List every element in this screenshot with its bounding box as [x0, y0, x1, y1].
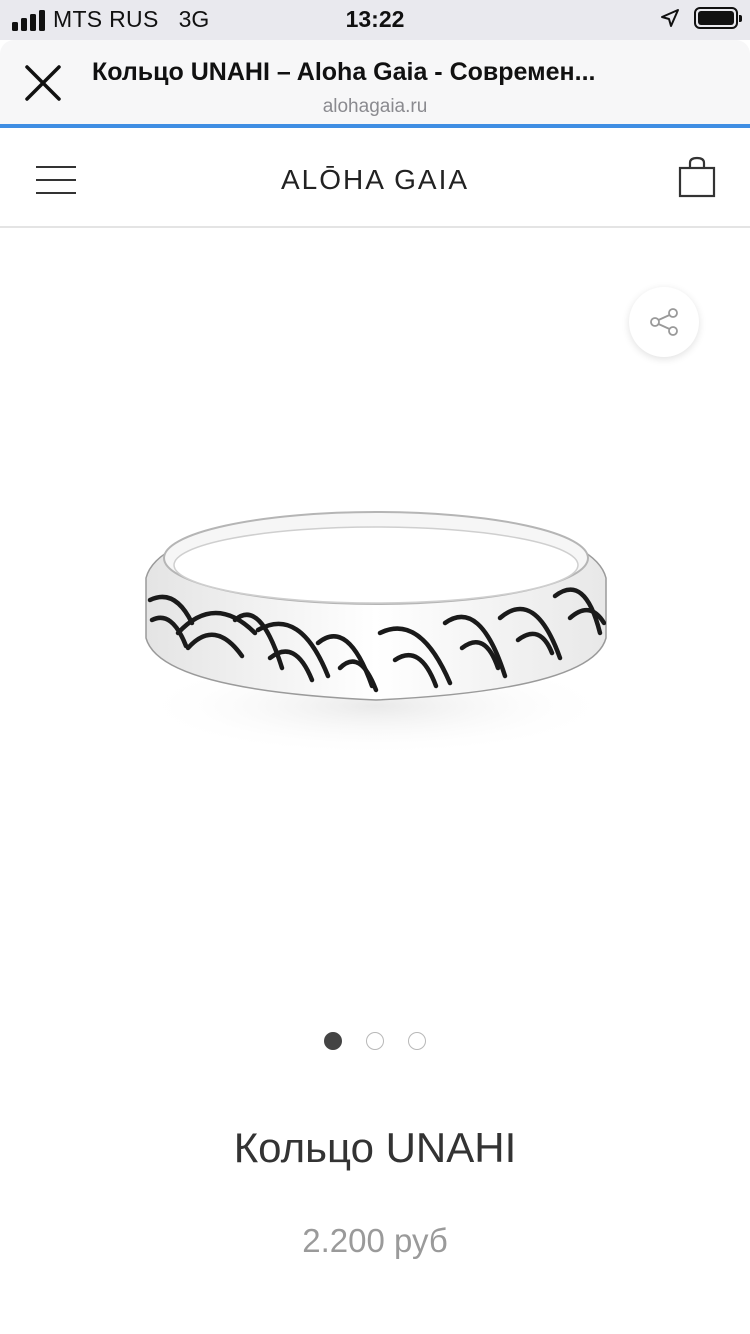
battery-icon [694, 7, 742, 29]
gallery-dot-1[interactable] [324, 1032, 342, 1050]
status-time: 13:22 [345, 6, 405, 32]
location-arrow-icon [661, 9, 679, 27]
site-logo[interactable]: ALŌHA GAIA [0, 164, 750, 196]
gallery-dot-2[interactable] [366, 1032, 384, 1050]
site-navbar: ALŌHA GAIA [0, 128, 750, 228]
page-title: Кольцо UNAHI – Aloha Gaia - Современ... [92, 58, 596, 86]
status-bar: MTS RUS 3G 13:22 [0, 0, 750, 40]
share-button[interactable] [629, 287, 699, 357]
product-title: Кольцо UNAHI [233, 1124, 517, 1171]
gallery-pagination [0, 1032, 750, 1050]
gallery-dot-3[interactable] [408, 1032, 426, 1050]
product-price: 2.200 руб [302, 1222, 448, 1259]
shopping-bag-icon[interactable] [678, 156, 716, 198]
share-icon [650, 308, 678, 336]
page-domain: alohagaia.ru [322, 96, 428, 117]
browser-header: Кольцо UNAHI – Aloha Gaia - Современ... … [0, 40, 750, 125]
